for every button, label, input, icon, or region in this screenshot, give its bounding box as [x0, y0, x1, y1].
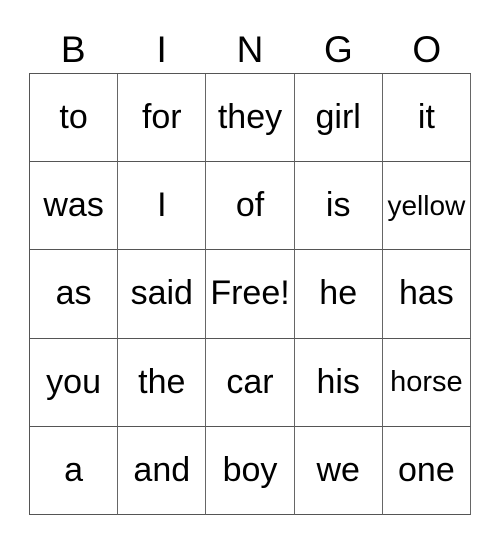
bingo-cell[interactable]: the: [118, 338, 207, 427]
bingo-cell[interactable]: his: [294, 338, 383, 427]
bingo-cell[interactable]: it: [382, 74, 471, 163]
bingo-cell[interactable]: is: [294, 162, 383, 251]
header-letter-b: B: [60, 29, 86, 70]
header-letter-n: N: [236, 29, 264, 70]
bingo-cell[interactable]: car: [206, 338, 295, 427]
bingo-cell[interactable]: and: [118, 426, 207, 515]
free-space-cell[interactable]: Free!: [206, 250, 295, 339]
bingo-cell[interactable]: you: [30, 338, 119, 427]
header-letter-o: O: [412, 29, 442, 70]
bingo-cell[interactable]: they: [206, 74, 295, 163]
header-letter-g: G: [323, 29, 353, 70]
bingo-header: B I N G O: [29, 28, 471, 72]
bingo-cell[interactable]: a: [30, 426, 119, 515]
bingo-cell[interactable]: as: [30, 250, 119, 339]
bingo-cell[interactable]: said: [118, 250, 207, 339]
bingo-cell[interactable]: we: [294, 426, 383, 515]
bingo-cell[interactable]: one: [382, 426, 471, 515]
bingo-cell[interactable]: for: [118, 74, 207, 163]
bingo-cell[interactable]: has: [382, 250, 471, 339]
bingo-cell[interactable]: yellow: [382, 162, 471, 251]
bingo-cell[interactable]: boy: [206, 426, 295, 515]
bingo-cell[interactable]: horse: [382, 338, 471, 427]
bingo-cell[interactable]: to: [30, 74, 119, 163]
bingo-cell[interactable]: girl: [294, 74, 383, 163]
bingo-cell[interactable]: I: [118, 162, 207, 251]
bingo-cell[interactable]: of: [206, 162, 295, 251]
bingo-card-grid: to for they girl it was I of is yellow a…: [29, 73, 471, 515]
bingo-cell[interactable]: he: [294, 250, 383, 339]
header-letter-i: I: [156, 29, 167, 70]
bingo-cell[interactable]: was: [30, 162, 119, 251]
